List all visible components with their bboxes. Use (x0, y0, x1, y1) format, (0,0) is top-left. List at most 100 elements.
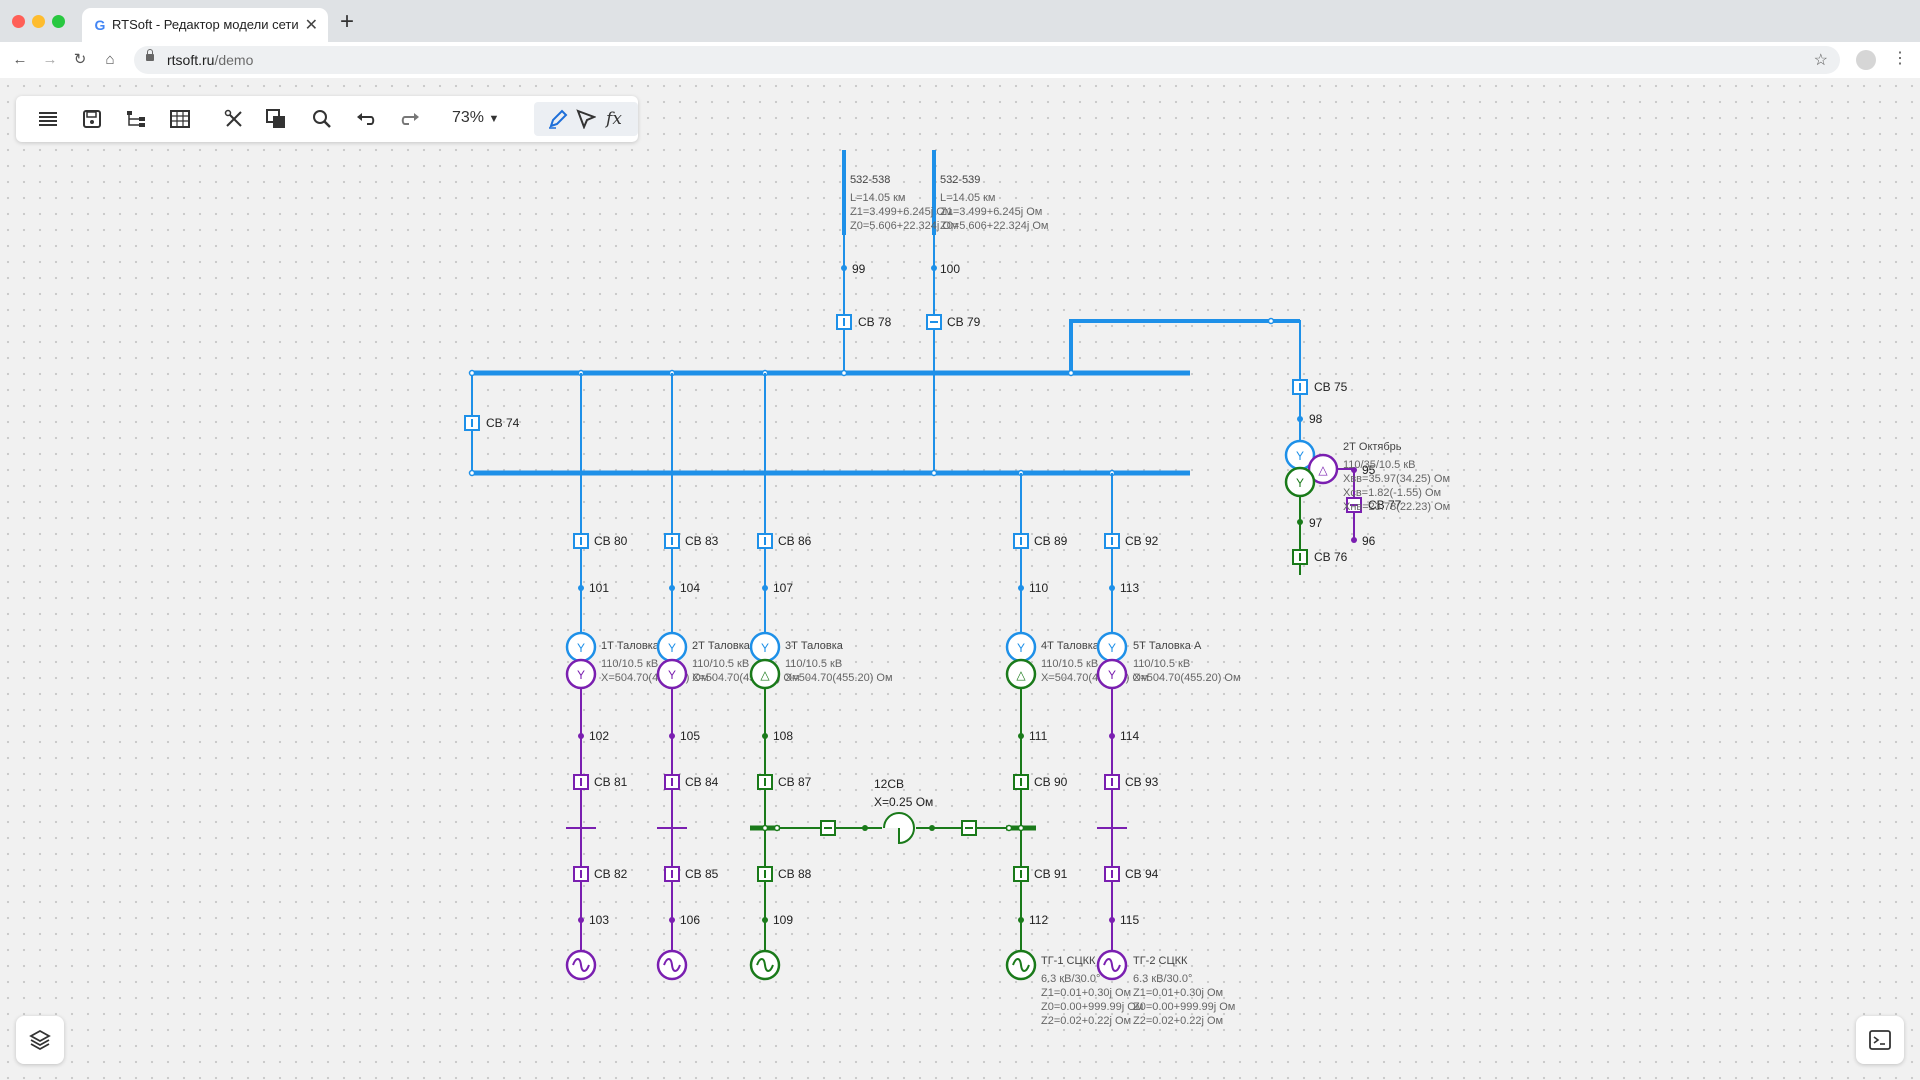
diagram-canvas[interactable]: 99 100 СВ 78 СВ 79 532-538 L=14.05 км Z1… (0, 78, 1920, 1080)
tab-close-icon[interactable]: ✕ (305, 15, 318, 35)
reactor-name: 12СВ (874, 777, 904, 791)
minimize-window-button[interactable] (32, 15, 45, 28)
reactor-12sv[interactable] (883, 812, 915, 845)
save-icon[interactable] (78, 105, 106, 133)
transformer-ratio: 110/10.5 кВ (785, 658, 842, 670)
generator-1[interactable] (565, 949, 597, 981)
zoom-select[interactable]: 73% ▼ (452, 109, 499, 127)
breaker-cb76[interactable] (1292, 549, 1308, 565)
breaker-label: СВ 76 (1314, 550, 1348, 564)
pen-icon[interactable] (544, 105, 572, 133)
generator-tg1[interactable] (1005, 949, 1037, 981)
url-input[interactable]: rtsoft.ru/demo ☆ (134, 46, 1840, 74)
transformer-xs: Xсв=1.82(-1.55) Ом (1343, 487, 1441, 499)
breaker-label: СВ 78 (858, 315, 892, 329)
generator-z1: Z1=0.01+0.30j Ом (1133, 987, 1223, 999)
breaker-label: СВ 92 (1125, 534, 1159, 548)
line-z1: Z1=3.499+6.245j Ом (940, 206, 1042, 218)
breaker-cb86[interactable] (757, 533, 773, 549)
breaker-cb88[interactable] (757, 866, 773, 882)
transformer-name: 5Т Таловка А (1133, 640, 1202, 652)
transformer-xn: Xнв=23.78(22.23) Ом (1343, 501, 1450, 513)
forward-icon[interactable]: → (39, 49, 61, 71)
breaker-label: СВ 88 (778, 867, 812, 881)
breaker-cb89[interactable] (1013, 533, 1029, 549)
breaker-label: СВ 89 (1034, 534, 1068, 548)
tab-title: RTSoft - Редактор модели сети (112, 17, 299, 32)
sectional-breaker-left[interactable] (820, 820, 836, 836)
browser-menu-icon[interactable]: ⋮ (1892, 48, 1908, 68)
lock-icon (146, 49, 154, 61)
generator-3[interactable] (749, 949, 781, 981)
breaker-cb90[interactable] (1013, 774, 1029, 790)
breaker-cb84[interactable] (664, 774, 680, 790)
transformer-name: 2Т Октябрь (1343, 441, 1402, 453)
svg-text:Y: Y (1017, 641, 1025, 655)
transformer-2t[interactable]: Y Y (656, 631, 688, 690)
transformer-3t[interactable]: Y △ (749, 631, 781, 690)
transformer-name: 1Т Таловка (601, 640, 660, 652)
node-label: 108 (773, 729, 793, 743)
address-bar: ← → ↻ ⌂ rtsoft.ru/demo ☆ ⋮ (0, 42, 1920, 79)
menu-icon[interactable] (34, 105, 62, 133)
breaker-cb94[interactable] (1104, 866, 1120, 882)
breaker-cb87[interactable] (757, 774, 773, 790)
network-diagram[interactable]: 99 100 СВ 78 СВ 79 532-538 L=14.05 км Z1… (0, 78, 1920, 1080)
generator-rating: 6.3 кВ/30.0° (1041, 973, 1100, 985)
breaker-cb78[interactable] (836, 314, 852, 330)
transformer-1t[interactable]: Y Y (565, 631, 597, 690)
breaker-cb74[interactable] (464, 415, 480, 431)
home-icon[interactable]: ⌂ (99, 49, 121, 71)
redo-icon[interactable] (396, 105, 424, 133)
formula-icon[interactable]: fx (600, 105, 628, 133)
tree-icon[interactable] (122, 105, 150, 133)
layers-copy-icon[interactable] (262, 105, 290, 133)
breaker-cb83[interactable] (664, 533, 680, 549)
layers-button[interactable] (16, 1016, 64, 1064)
node-label: 99 (852, 262, 866, 276)
generator-2[interactable] (656, 949, 688, 981)
new-tab-button[interactable]: + (340, 8, 354, 36)
transformer-x: X=504.70(455.20) Ом (692, 672, 800, 684)
line-length: L=14.05 км (850, 192, 906, 204)
generator-name: ТГ-1 СЦКК (1041, 955, 1096, 967)
table-icon[interactable] (166, 105, 194, 133)
transformer-5t[interactable]: Y Y (1096, 631, 1128, 690)
search-icon[interactable] (308, 105, 336, 133)
close-window-button[interactable] (12, 15, 25, 28)
node-label: 107 (773, 581, 793, 595)
generator-tg2[interactable] (1096, 949, 1128, 981)
maximize-window-button[interactable] (52, 15, 65, 28)
breaker-cb75[interactable] (1292, 379, 1308, 395)
breaker-cb80[interactable] (573, 533, 589, 549)
breaker-cb85[interactable] (664, 866, 680, 882)
url-text: rtsoft.ru/demo (167, 52, 253, 68)
console-button[interactable] (1856, 1016, 1904, 1064)
svg-text:Y: Y (761, 641, 769, 655)
browser-tab[interactable]: G RTSoft - Редактор модели сети ✕ (82, 8, 328, 42)
transformer-xv: Xвв=35.97(34.25) Ом (1343, 473, 1450, 485)
breaker-cb93[interactable] (1104, 774, 1120, 790)
url-path: /demo (214, 52, 254, 68)
node-label: 111 (1029, 729, 1048, 743)
reload-icon[interactable]: ↻ (69, 49, 91, 71)
sectional-breaker-right[interactable] (961, 820, 977, 836)
profile-avatar[interactable] (1856, 50, 1876, 70)
back-icon[interactable]: ← (9, 49, 31, 71)
transformer-2t-oktyabr[interactable]: Y △ Y (1284, 439, 1339, 498)
transformer-name: 2Т Таловка (692, 640, 751, 652)
undo-icon[interactable] (352, 105, 380, 133)
breaker-label: СВ 83 (685, 534, 719, 548)
breaker-cb92[interactable] (1104, 533, 1120, 549)
bookmark-star-icon[interactable]: ☆ (1814, 50, 1828, 70)
breaker-cb91[interactable] (1013, 866, 1029, 882)
select-icon[interactable] (572, 105, 600, 133)
breaker-cb82[interactable] (573, 866, 589, 882)
breaker-cb81[interactable] (573, 774, 589, 790)
generator-z2: Z2=0.02+0.22j Ом (1133, 1015, 1223, 1027)
tools-icon[interactable] (220, 105, 248, 133)
node-label: 112 (1029, 913, 1048, 927)
transformer-4t[interactable]: Y △ (1005, 631, 1037, 690)
breaker-cb79[interactable] (926, 314, 942, 330)
breaker-label: СВ 86 (778, 534, 812, 548)
